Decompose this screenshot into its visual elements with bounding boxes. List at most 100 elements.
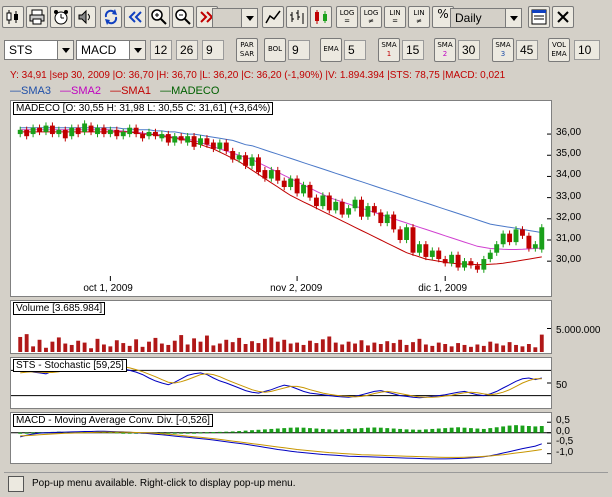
- close-chart-button[interactable]: [552, 6, 574, 28]
- legend-sma3: —SMA3: [10, 85, 51, 97]
- macd-histogram-bar: [243, 430, 248, 433]
- zoom-select[interactable]: [212, 8, 258, 28]
- volume-bar: [147, 341, 151, 352]
- volume-bar: [95, 338, 100, 352]
- macd-histogram-bar: [385, 428, 390, 433]
- sma2-period-field[interactable]: 30: [458, 40, 480, 60]
- volume-y-tick: 5.000.000: [556, 325, 601, 336]
- volume-bar: [262, 338, 267, 352]
- period-select-value: Daily: [455, 11, 482, 25]
- candle-body: [429, 250, 435, 257]
- candle-body: [114, 129, 120, 137]
- volume-bar: [230, 342, 235, 352]
- sma3-period-field[interactable]: 45: [516, 40, 538, 60]
- volume-bar: [314, 343, 319, 352]
- candle-body: [262, 170, 268, 179]
- sma2-button[interactable]: SMA 2: [434, 38, 456, 62]
- candle-body: [481, 259, 487, 270]
- lin-neq-button[interactable]: LIN ≠: [408, 6, 430, 28]
- candle-body: [107, 129, 113, 135]
- macd-fast-field[interactable]: 12: [150, 40, 172, 60]
- price-chart-plot: [17, 120, 551, 281]
- sma1-period-field[interactable]: 15: [402, 40, 424, 60]
- candle-body: [198, 138, 203, 145]
- sma3-button[interactable]: SMA 3: [492, 38, 514, 62]
- refresh-button[interactable]: [100, 6, 122, 28]
- volume-panel[interactable]: Volume [3.685.984]: [10, 300, 552, 354]
- volume-bar: [82, 342, 87, 352]
- zoom-out-button[interactable]: [172, 6, 194, 28]
- vol-ema-period-field[interactable]: 10: [574, 40, 600, 60]
- par-sar-button[interactable]: PAR SAR: [236, 38, 258, 62]
- macd-histogram-bar: [262, 429, 267, 433]
- volume-bar: [353, 343, 357, 352]
- candle-body: [152, 131, 158, 137]
- candle-body: [249, 157, 255, 166]
- candle-body: [416, 244, 422, 253]
- layout-button[interactable]: [528, 6, 550, 28]
- macd-histogram-bar: [391, 428, 396, 433]
- candle-body: [101, 127, 107, 135]
- candles-icon: [315, 10, 327, 24]
- candle-body: [352, 199, 358, 209]
- line-chart-icon: [265, 10, 281, 24]
- lin-eq-button[interactable]: LIN =: [384, 6, 406, 28]
- macd-histogram-bar: [295, 427, 300, 433]
- candle-body: [217, 142, 223, 149]
- legend-sma1: —SMA1: [110, 85, 152, 97]
- zoom-in-button[interactable]: [148, 6, 170, 28]
- candle-body: [288, 178, 294, 188]
- macd-histogram-bar: [365, 427, 370, 433]
- macd-histogram-bar: [269, 428, 274, 433]
- alarm-button[interactable]: [50, 6, 72, 28]
- price-chart-panel[interactable]: MADECO [O: 30,55 H: 31,98 L: 30,55 C: 31…: [10, 100, 552, 297]
- log-neq-button[interactable]: LOG ≠: [360, 6, 382, 28]
- macd-signal-field[interactable]: 9: [202, 40, 224, 60]
- line-chart-button[interactable]: [262, 6, 284, 28]
- log-eq-button[interactable]: LOG =: [336, 6, 358, 28]
- macd-histogram-bar: [359, 428, 364, 433]
- quote-info-line: Y: 34,91 |sep 30, 2009 |O: 36,70 |H: 36,…: [10, 70, 506, 81]
- chart-application: LOG = LOG ≠ LIN = LIN ≠ % Daily STS MACD 12 …: [0, 0, 612, 497]
- candle-body: [391, 214, 397, 230]
- period-select[interactable]: Daily: [450, 8, 522, 28]
- bar-chart-button[interactable]: [286, 6, 308, 28]
- volume-bar: [475, 344, 480, 352]
- candle-body: [30, 127, 36, 135]
- macd-histogram-bar: [230, 431, 235, 433]
- ema-button[interactable]: EMA: [320, 38, 342, 62]
- candle-body: [62, 129, 68, 139]
- bol-button[interactable]: BOL: [264, 38, 286, 62]
- candlestick-chart-button[interactable]: [2, 6, 24, 28]
- scroll-back-button[interactable]: [124, 6, 146, 28]
- macd-panel[interactable]: MACD - Moving Average Conv. Div. [-0,526…: [10, 412, 552, 464]
- candles-button[interactable]: [310, 6, 332, 28]
- volume-bar: [140, 346, 145, 352]
- volume-bar: [340, 344, 345, 352]
- candle-body: [120, 131, 126, 137]
- speaker-icon: [78, 9, 90, 25]
- indicator-select[interactable]: STS: [4, 40, 74, 60]
- macd-select[interactable]: MACD: [76, 40, 146, 60]
- sma1-button[interactable]: SMA 1: [378, 38, 400, 62]
- macd-histogram-bar: [481, 428, 486, 433]
- sound-button[interactable]: [74, 6, 96, 28]
- print-button[interactable]: [26, 6, 48, 28]
- candle-body: [210, 142, 216, 149]
- stochastic-title: STS - Stochastic [59,25]: [13, 359, 127, 372]
- stochastic-panel[interactable]: STS - Stochastic [59,25]: [10, 357, 552, 409]
- candle-body: [275, 170, 281, 181]
- bol-period-field[interactable]: 9: [288, 40, 310, 60]
- volume-bar: [494, 343, 499, 352]
- candle-body: [346, 208, 352, 215]
- candle-body: [24, 129, 30, 137]
- chevron-down-icon: [57, 41, 73, 59]
- macd-slow-field[interactable]: 26: [176, 40, 198, 60]
- macd-histogram-bar: [224, 431, 229, 433]
- ema-period-field[interactable]: 5: [344, 40, 366, 60]
- candle-body: [69, 127, 75, 137]
- candle-body: [371, 206, 377, 213]
- vol-ema-button[interactable]: VOL EMA: [548, 38, 570, 62]
- volume-bar: [198, 341, 203, 352]
- candle-body: [133, 127, 139, 135]
